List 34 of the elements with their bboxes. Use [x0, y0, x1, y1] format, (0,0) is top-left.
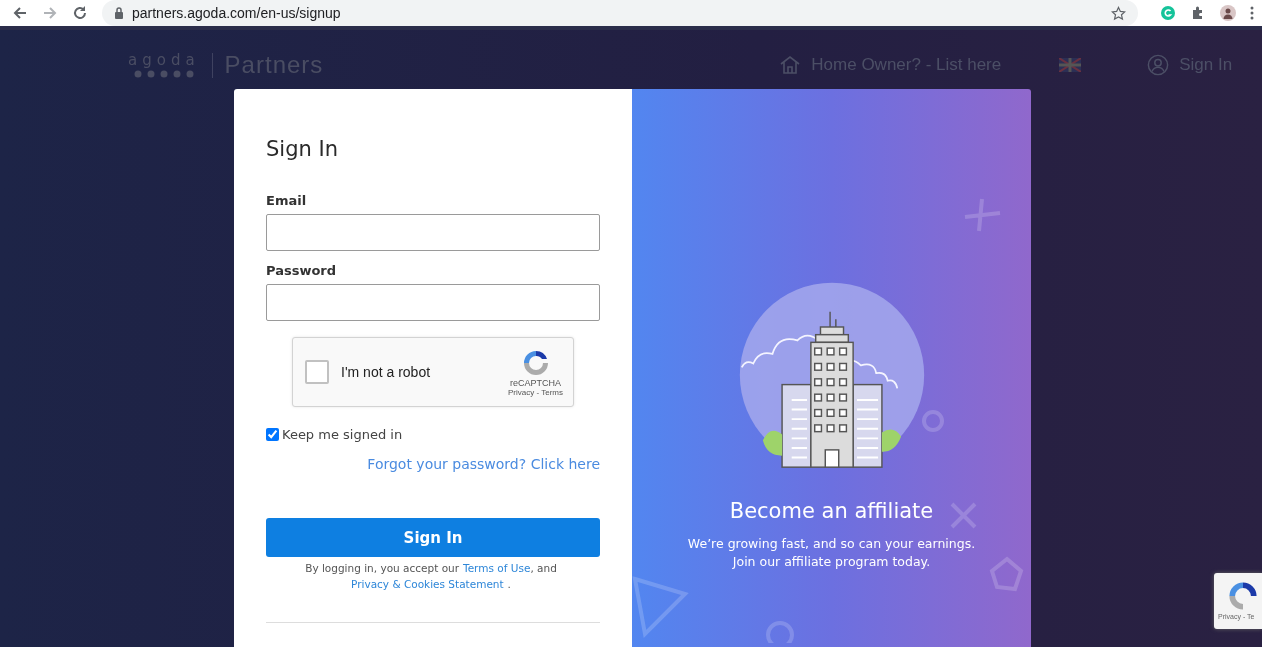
- legal-text: By logging in, you accept our: [305, 561, 460, 576]
- forgot-password-link[interactable]: Forgot your password? Click here: [367, 456, 600, 472]
- logo-dots-icon: [133, 69, 194, 78]
- field-label: Email: [266, 193, 308, 208]
- home-icon: [779, 54, 802, 76]
- keep-signed-in-label: Keep me signed in: [282, 427, 403, 442]
- bookmark-star-icon[interactable]: [1111, 5, 1126, 21]
- back-icon[interactable]: [12, 5, 28, 21]
- user-icon: [1147, 54, 1170, 76]
- flag-icon[interactable]: [1059, 58, 1082, 72]
- captcha-checkbox[interactable]: [305, 360, 329, 384]
- legal-text: , and: [530, 561, 557, 576]
- promo-title: Become an affiliate: [729, 499, 934, 523]
- captcha-label: I'm not a robot: [341, 364, 432, 380]
- privacy-link[interactable]: Privacy & Cookies Statement: [351, 576, 504, 592]
- reload-icon[interactable]: [72, 5, 88, 21]
- sign-in-title: Sign In: [266, 137, 339, 161]
- recaptcha-brand: reCAPTCHA: [510, 377, 561, 388]
- url-text: partners.agoda.com/en-us/signup: [132, 5, 342, 21]
- input-field[interactable]: [266, 214, 600, 251]
- legal-text: .: [507, 577, 511, 592]
- recaptcha-logo-icon: [1226, 579, 1260, 613]
- input-field[interactable]: [266, 284, 600, 321]
- sign-in-button[interactable]: Sign In: [266, 518, 600, 557]
- keep-signed-in-checkbox[interactable]: [266, 428, 279, 441]
- menu-icon[interactable]: [1250, 5, 1254, 21]
- promo-text: We’re growing fast, and so can your earnings.: [687, 535, 976, 553]
- recaptcha-links[interactable]: Privacy - Terms: [508, 387, 563, 397]
- promo-text: Join our affiliate program today.: [732, 553, 931, 571]
- field-label: Password: [266, 263, 338, 278]
- profile-avatar-icon[interactable]: [1220, 5, 1236, 21]
- address-bar[interactable]: partners.agoda.com/en-us/signup: [102, 0, 1138, 26]
- extension-icon[interactable]: [1160, 5, 1176, 21]
- lock-icon: [114, 7, 124, 19]
